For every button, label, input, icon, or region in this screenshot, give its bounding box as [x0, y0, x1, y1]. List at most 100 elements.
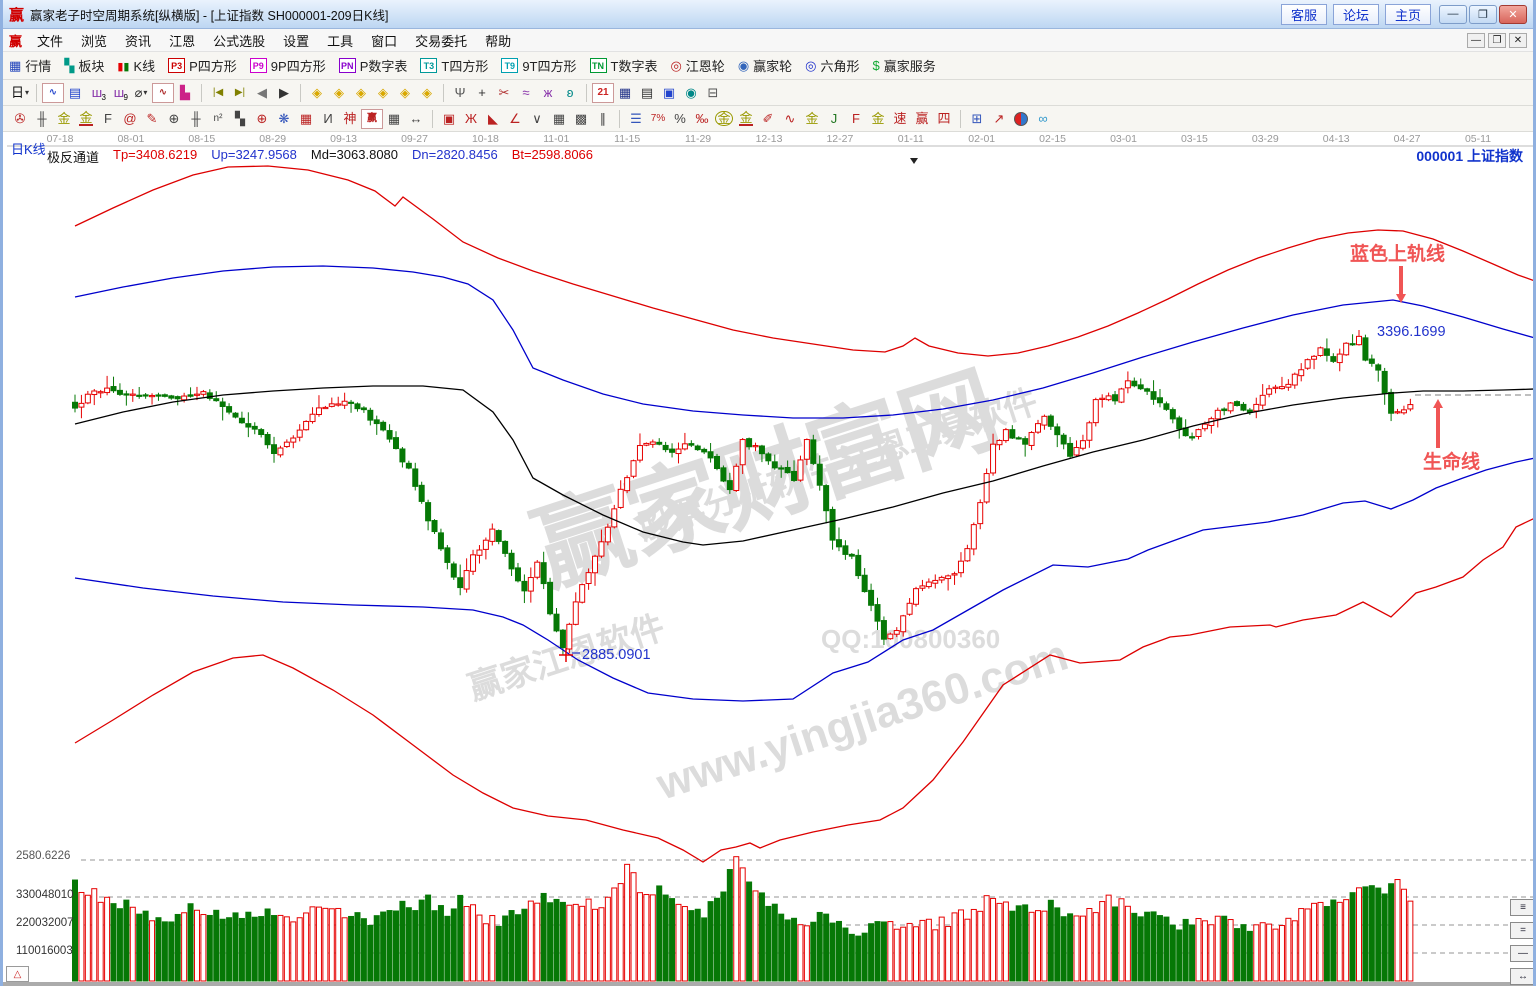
- pinwheel-tool[interactable]: ✇: [9, 109, 31, 129]
- menu-item-6[interactable]: 工具: [318, 29, 362, 52]
- child-restore-button[interactable]: ❐: [1488, 32, 1506, 48]
- winner-wheel-button[interactable]: ◉ 赢家轮: [738, 56, 792, 75]
- instrument-label[interactable]: 000001 上证指数: [1416, 146, 1523, 166]
- trend-tool-button[interactable]: ∿: [42, 82, 64, 103]
- gann-wheel-button[interactable]: ◎ 江恩轮: [670, 56, 724, 75]
- f-angle-tool[interactable]: F: [845, 109, 867, 129]
- diamond-right-button[interactable]: ◈: [328, 83, 350, 103]
- chart-period-button[interactable]: 日 ▾: [9, 83, 31, 103]
- j-angle-tool[interactable]: J: [823, 109, 845, 129]
- t-square-button[interactable]: T3 T四方形: [420, 56, 488, 75]
- minimize-button[interactable]: —: [1439, 4, 1467, 24]
- fibonacci-tool[interactable]: F: [97, 109, 119, 129]
- pen-flag-tool[interactable]: ✐: [757, 109, 779, 129]
- child-minimize-button[interactable]: —: [1467, 32, 1485, 48]
- menu-item-8[interactable]: 交易委托: [406, 29, 476, 52]
- first-bar-button[interactable]: |◀: [207, 83, 229, 103]
- kline-period-label[interactable]: 日K线: [11, 139, 46, 158]
- printer-button[interactable]: ⊟: [702, 83, 724, 103]
- fan-lines-tool[interactable]: Ж: [460, 109, 482, 129]
- web-button[interactable]: ◉: [680, 83, 702, 103]
- grid-a-tool[interactable]: ▦: [548, 109, 570, 129]
- percent7-tool[interactable]: 7%: [647, 109, 669, 129]
- menu-item-2[interactable]: 资讯: [116, 29, 160, 52]
- scale-compress3-button[interactable]: ≡: [1510, 899, 1533, 916]
- brush-tool[interactable]: ✎: [141, 109, 163, 129]
- menu-item-4[interactable]: 公式选股: [204, 29, 274, 52]
- last-bar-button[interactable]: ▶|: [229, 83, 251, 103]
- taiji-tool[interactable]: [1010, 109, 1032, 129]
- scale-compress2-button[interactable]: =: [1510, 922, 1533, 939]
- crosshair-button[interactable]: +: [471, 83, 493, 103]
- zigzag-tool[interactable]: И: [317, 109, 339, 129]
- su-line-tool[interactable]: 速: [889, 109, 911, 129]
- hexagon-button[interactable]: ◎ 六角形: [805, 56, 859, 75]
- vee-tool[interactable]: ∨: [526, 109, 548, 129]
- save-button[interactable]: ▣: [658, 83, 680, 103]
- gold-ruler-tool[interactable]: 金: [53, 109, 75, 129]
- brain-button[interactable]: ʚ: [559, 83, 581, 103]
- menu-item-7[interactable]: 窗口: [362, 29, 406, 52]
- restore-button[interactable]: ❐: [1469, 4, 1497, 24]
- wave-measure-button[interactable]: ≈: [515, 83, 537, 103]
- menu-item-1[interactable]: 浏览: [72, 29, 116, 52]
- menu-item-3[interactable]: 江恩: [160, 29, 204, 52]
- diamond-all-button[interactable]: ◈: [416, 83, 438, 103]
- grid-b-tool[interactable]: ▩: [570, 109, 592, 129]
- ying-box-tool[interactable]: 赢: [361, 108, 383, 129]
- yellow-grid-tool[interactable]: ⊞: [966, 109, 988, 129]
- star-grid-tool[interactable]: ❋: [273, 109, 295, 129]
- p9-square-button[interactable]: P9 9P四方形: [249, 56, 326, 75]
- capsule-button[interactable]: ⌀ ▾: [130, 83, 152, 103]
- kline-button[interactable]: ▮▮ K线: [117, 56, 155, 75]
- n2-tool[interactable]: n²: [207, 109, 229, 129]
- menu-item-5[interactable]: 设置: [274, 29, 318, 52]
- prev-bar-button[interactable]: ◀: [251, 83, 273, 103]
- gold-circle-tool[interactable]: 金: [713, 109, 735, 129]
- trend-axis-tool[interactable]: ↗: [988, 109, 1010, 129]
- child-close-button[interactable]: ✕: [1509, 32, 1527, 48]
- gold-ruler2-tool[interactable]: 金: [75, 109, 97, 129]
- span-tool[interactable]: ↔: [405, 109, 427, 129]
- sectors-button[interactable]: ▚ 板块: [64, 56, 104, 75]
- p-number-table-button[interactable]: PN P数字表: [338, 56, 407, 75]
- next-bar-button[interactable]: ▶: [273, 83, 295, 103]
- ying-line-tool[interactable]: 赢: [911, 109, 933, 129]
- scale-compress1-button[interactable]: —: [1510, 945, 1533, 962]
- si-line-tool[interactable]: 四: [933, 109, 955, 129]
- diamond-vexpand-button[interactable]: ◈: [394, 83, 416, 103]
- permille-tool[interactable]: ‰: [691, 109, 713, 129]
- service-button[interactable]: 客服: [1281, 3, 1327, 25]
- notes-button[interactable]: ▤: [636, 83, 658, 103]
- red-target-tool[interactable]: ⊕: [251, 109, 273, 129]
- t-number-table-button[interactable]: TN T数字表: [589, 56, 657, 75]
- gold-angle-tool[interactable]: 金: [867, 109, 889, 129]
- dial-tool[interactable]: ⊕: [163, 109, 185, 129]
- bars-3-button[interactable]: ш3: [86, 83, 108, 103]
- scale-slider-button[interactable]: ↔: [1510, 968, 1533, 985]
- diamond-hexpand-button[interactable]: ◈: [350, 83, 372, 103]
- diamond-left-button[interactable]: ◈: [306, 83, 328, 103]
- grid123-tool[interactable]: ▦: [383, 109, 405, 129]
- quotes-button[interactable]: ▦ 行情: [9, 56, 51, 75]
- column-arrows-tool[interactable]: ☰: [625, 109, 647, 129]
- gold-slash-tool[interactable]: 金: [801, 109, 823, 129]
- gold-line-tool[interactable]: 金: [735, 109, 757, 129]
- bottom-scroll-strip[interactable]: [3, 982, 1533, 986]
- hash-tool[interactable]: ╫: [185, 109, 207, 129]
- cut-button[interactable]: ✂: [493, 83, 515, 103]
- calculator-button[interactable]: ▦: [614, 83, 636, 103]
- close-button[interactable]: ✕: [1499, 4, 1527, 24]
- percent-tool[interactable]: %: [669, 109, 691, 129]
- diamond-hcompress-button[interactable]: ◈: [372, 83, 394, 103]
- t9-square-button[interactable]: T9 9T四方形: [501, 56, 577, 75]
- red-channel-button[interactable]: ∿: [152, 82, 174, 103]
- forum-button[interactable]: 论坛: [1333, 3, 1379, 25]
- p-square-button[interactable]: P3 P四方形: [168, 56, 237, 75]
- info-panel-button[interactable]: ▤: [64, 83, 86, 103]
- tick-ruler-tool[interactable]: ╫: [31, 109, 53, 129]
- pan-hand-button[interactable]: Ψ: [449, 83, 471, 103]
- volume-triangle-button[interactable]: △: [6, 966, 29, 982]
- corner-fan-tool[interactable]: ◣: [482, 109, 504, 129]
- parallel-tool[interactable]: ∥: [592, 109, 614, 129]
